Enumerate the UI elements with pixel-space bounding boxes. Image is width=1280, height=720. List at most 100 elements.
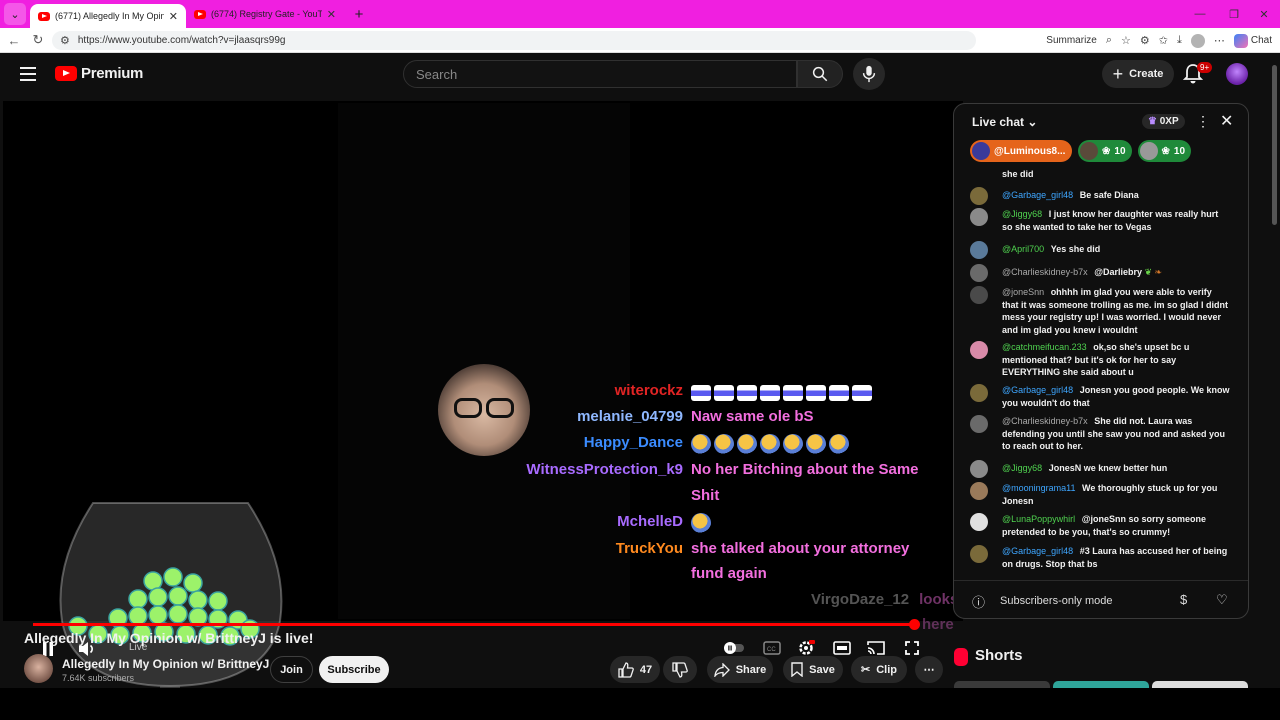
message-author[interactable]: @Garbage_girl48 [1002, 385, 1073, 395]
tab-allegedly[interactable]: (6771) Allegedly In My Opinic ✕ [30, 4, 186, 28]
message-author[interactable]: @LunaPoppywhirl [1002, 514, 1075, 524]
message-author[interactable]: @catchmeifucan.233 [1002, 342, 1087, 352]
overlay-chat-row: WitnessProtection_k9 No her Bitching abo… [503, 461, 918, 478]
avatar[interactable] [970, 341, 988, 359]
voice-search-button[interactable] [853, 58, 885, 90]
clip-button[interactable]: ✂ Clip [851, 656, 907, 683]
message-author[interactable]: @mooningrama11 [1002, 483, 1076, 493]
share-icon [713, 662, 730, 677]
guide-menu-icon[interactable] [20, 67, 36, 85]
share-button[interactable]: Share [707, 656, 773, 683]
message-author[interactable]: @April700 [1002, 244, 1044, 254]
message-text: she did [1002, 169, 1034, 179]
crown-icon: ♛ [1148, 116, 1157, 127]
overlay-author: TruckYou [615, 540, 683, 557]
more-actions-button[interactable]: ⋯ [915, 656, 943, 683]
cast-button[interactable] [865, 638, 887, 658]
new-tab-button[interactable]: + [348, 6, 370, 23]
close-tab-icon[interactable]: ✕ [327, 8, 336, 21]
heart-icon[interactable]: ♡ [1216, 592, 1228, 608]
back-arrow-icon[interactable]: ← [2, 33, 26, 48]
channel-avatar[interactable] [24, 654, 53, 683]
progress-bar[interactable] [33, 623, 913, 626]
account-avatar[interactable] [1226, 63, 1248, 85]
avatar[interactable] [970, 482, 988, 500]
like-button[interactable]: 47 [610, 656, 660, 683]
shorts-thumbnail[interactable] [1152, 681, 1248, 688]
search-button[interactable] [797, 60, 843, 88]
avatar[interactable] [970, 208, 988, 226]
settings-button[interactable] [795, 638, 817, 658]
avatar[interactable] [970, 460, 988, 478]
chat-label: Chat [1250, 35, 1272, 46]
scissors-icon: ✂ [861, 664, 871, 676]
close-window-button[interactable]: ✕ [1244, 0, 1280, 28]
shorts-thumbnail[interactable] [954, 681, 1050, 688]
logo-text: Premium [81, 65, 144, 82]
avatar[interactable] [970, 545, 988, 563]
channel-name[interactable]: Allegedly In My Opinion w/ BrittneyJ [62, 657, 269, 671]
profile-avatar[interactable] [1190, 33, 1205, 48]
copilot-chat-button[interactable]: Chat [1233, 33, 1272, 48]
live-chat-mode-dropdown[interactable]: Live chat ⌄ [972, 115, 1037, 129]
summarize-button[interactable]: Summarize [1046, 35, 1097, 46]
extensions-icon[interactable]: ⚙ [1140, 34, 1150, 47]
join-button[interactable]: Join [270, 656, 313, 683]
message-author[interactable]: @Jiggy68 [1002, 209, 1042, 219]
message-author[interactable]: @Charlieskidney-b7x [1002, 416, 1088, 426]
close-chat-icon[interactable]: ✕ [1220, 111, 1233, 131]
message-author[interactable]: @Garbage_girl48 [1002, 190, 1073, 200]
message-author[interactable]: @joneSnn [1002, 287, 1044, 297]
address-bar[interactable]: ⚙ https://www.youtube.com/watch?v=jlaasq… [52, 31, 976, 50]
youtube-premium-logo[interactable]: Premium [55, 65, 143, 82]
close-tab-icon[interactable]: ✕ [169, 10, 178, 23]
info-icon[interactable]: ⓘ [972, 592, 985, 611]
avatar[interactable] [970, 415, 988, 433]
supporter-chip[interactable]: ❀ 10 [1078, 140, 1132, 162]
scrubber-handle[interactable] [909, 619, 920, 630]
autoplay-toggle[interactable] [723, 638, 745, 658]
favorites-icon[interactable]: ✩ [1159, 34, 1168, 47]
subscribe-button[interactable]: Subscribe [319, 656, 389, 683]
chat-more-options-icon[interactable]: ⋮ [1196, 113, 1210, 130]
save-button[interactable]: Save [783, 656, 843, 683]
message-body: @Garbage_girl48 Jonesn you good people. … [1002, 384, 1230, 409]
avatar[interactable] [970, 384, 988, 402]
more-menu-icon[interactable]: ⋯ [1214, 34, 1225, 47]
supporter-chip[interactable]: ❀ 10 [1137, 140, 1192, 162]
avatar[interactable] [970, 513, 988, 531]
message-author[interactable]: @Jiggy68 [1002, 463, 1042, 473]
video-player[interactable]: witerockz melanie_04799 Naw same ole bS … [3, 101, 963, 688]
bookmark-star-icon[interactable]: ☆ [1121, 34, 1131, 47]
avatar[interactable] [970, 241, 988, 259]
message-author[interactable]: @Charlieskidney-b7x [1002, 267, 1088, 277]
fullscreen-button[interactable] [901, 638, 923, 658]
search-input[interactable]: Search [403, 60, 797, 88]
downloads-icon[interactable]: ⤓ [1177, 34, 1182, 47]
browser-toolbar: ← ↻ ⚙ https://www.youtube.com/watch?v=jl… [0, 28, 1280, 53]
avatar[interactable] [970, 286, 988, 304]
xp-badge[interactable]: ♛ 0XP [1142, 114, 1185, 129]
shorts-thumbnail[interactable] [1053, 681, 1149, 688]
reload-icon[interactable]: ↻ [26, 32, 50, 48]
page-scrollbar[interactable] [1269, 53, 1280, 688]
avatar[interactable] [970, 264, 988, 282]
youtube-logo-icon [55, 66, 77, 81]
overlay-message: here [922, 616, 954, 633]
super-chat-icon[interactable]: $ [1180, 592, 1187, 607]
scrollbar-thumb[interactable] [1272, 65, 1277, 225]
message-author[interactable]: @Garbage_girl48 [1002, 546, 1073, 556]
dislike-button[interactable] [663, 656, 697, 683]
zoom-icon[interactable]: ⌕ [1106, 34, 1112, 47]
tab-list-button[interactable]: ⌄ [4, 3, 26, 25]
site-info-icon[interactable]: ⚙ [60, 34, 70, 47]
subtitles-button[interactable]: CC [761, 638, 783, 658]
chat-message-list[interactable]: she did @Garbage_girl48 Be safe Diana @J… [954, 168, 1248, 580]
miniplayer-icon [833, 641, 851, 655]
avatar[interactable] [970, 187, 988, 205]
miniplayer-button[interactable] [831, 638, 853, 658]
tab-registry-gate[interactable]: (6774) Registry Gate - YouTube ✕ [186, 0, 344, 28]
supporter-chip[interactable]: @Luminous8... [970, 140, 1072, 162]
create-button[interactable]: + Create [1102, 60, 1174, 88]
avatar [1139, 142, 1158, 160]
